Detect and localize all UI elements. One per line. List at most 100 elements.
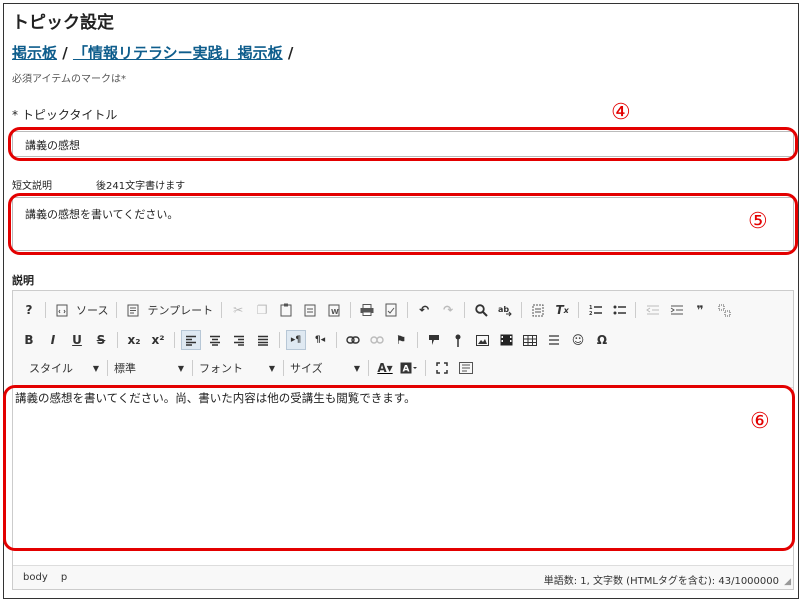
print-icon[interactable] [357, 300, 377, 320]
strike-button[interactable]: S [91, 330, 111, 350]
outdent-icon[interactable] [642, 300, 662, 320]
redo-icon[interactable]: ↷ [438, 300, 458, 320]
toolbar-separator [174, 332, 175, 348]
blockquote-icon[interactable]: ❞ [690, 300, 710, 320]
font-dropdown-label: フォント [199, 362, 243, 375]
page-title: トピック設定 [12, 13, 114, 33]
breadcrumb-separator: / [287, 44, 294, 62]
show-blocks-icon[interactable] [456, 358, 476, 378]
svg-text:2: 2 [589, 311, 593, 316]
breadcrumb-course-board-link[interactable]: 「情報リテラシー実践」掲示板 [73, 44, 283, 62]
annotation-marker-6: ⑥ [750, 409, 770, 434]
required-note: 必須アイテムのマークは* [12, 74, 126, 85]
align-right-icon[interactable] [229, 330, 249, 350]
annotation-marker-5: ⑤ [748, 209, 768, 234]
template-button[interactable]: テンプレート [147, 300, 213, 320]
find-icon[interactable] [471, 300, 491, 320]
replace-icon[interactable]: ab [495, 300, 515, 320]
help-button[interactable]: ? [19, 300, 39, 320]
editor-toolbar-row-3: スタイル ▼ 標準 ▼ フォント ▼ サイズ ▼ A▾ A [19, 357, 480, 379]
bg-color-icon[interactable]: A [399, 358, 419, 378]
anchor-flag-icon[interactable]: ⚑ [391, 330, 411, 350]
align-left-icon[interactable] [181, 330, 201, 350]
numbered-list-icon[interactable]: 12 [585, 300, 605, 320]
superscript-button[interactable]: x² [148, 330, 168, 350]
horizontal-rule-icon[interactable] [544, 330, 564, 350]
copy-icon[interactable]: ❐ [252, 300, 272, 320]
toolbar-separator [221, 302, 223, 318]
indent-icon[interactable] [666, 300, 686, 320]
source-button[interactable]: ソース [76, 300, 108, 320]
cut-icon[interactable]: ✂ [228, 300, 248, 320]
toolbar-separator [635, 302, 637, 318]
svg-text:A: A [403, 365, 410, 375]
subscript-button[interactable]: x₂ [124, 330, 144, 350]
bulleted-list-icon[interactable] [609, 300, 629, 320]
short-desc-remaining: 後241文字書けます [96, 181, 186, 192]
editor-status-bar: body p 単語数: 1, 文字数 (HTMLタグを含む): 43/10000… [13, 565, 793, 589]
style-dropdown-label: スタイル [29, 362, 73, 375]
toolbar-separator [417, 332, 418, 348]
ltr-icon[interactable]: ▸¶ [286, 330, 306, 350]
toolbar-separator [45, 302, 46, 318]
align-justify-icon[interactable] [253, 330, 273, 350]
insert-banner-icon[interactable] [424, 330, 444, 350]
video-icon[interactable] [496, 330, 516, 350]
resize-handle-icon[interactable]: ◢ [784, 577, 791, 587]
toolbar-separator [283, 360, 284, 376]
paste-icon[interactable] [276, 300, 296, 320]
editor-toolbar-row-1: ? ソース テンプレート ✂ ❐ W ↶ ↷ ab T x 1 2 ❞ [19, 299, 738, 321]
undo-icon[interactable]: ↶ [414, 300, 434, 320]
word-count: 単語数: 1, 文字数 (HTMLタグを含む): 43/1000000 [543, 576, 779, 587]
create-div-icon[interactable] [714, 300, 734, 320]
toolbar-separator [407, 302, 409, 318]
toolbar-separator [350, 302, 352, 318]
toolbar-separator [116, 302, 118, 318]
size-dropdown-label: サイズ [290, 362, 323, 375]
breadcrumb-board-link[interactable]: 掲示板 [12, 44, 57, 62]
spellcheck-icon[interactable] [381, 300, 401, 320]
paste-text-icon[interactable] [300, 300, 320, 320]
format-dropdown[interactable]: 標準 ▼ [114, 358, 184, 378]
toolbar-separator [117, 332, 118, 348]
text-color-icon[interactable]: A▾ [375, 358, 395, 378]
chevron-down-icon: ▼ [353, 363, 360, 373]
unlink-icon[interactable] [367, 330, 387, 350]
annotation-box-6 [3, 385, 795, 551]
underline-button[interactable]: U [67, 330, 87, 350]
font-dropdown[interactable]: フォント ▼ [199, 358, 275, 378]
toolbar-separator [521, 302, 523, 318]
topic-title-label: * トピックタイトル [12, 108, 118, 122]
toolbar-separator [192, 360, 193, 376]
remove-format-icon[interactable]: Tx [552, 300, 572, 320]
style-dropdown[interactable]: スタイル ▼ [19, 358, 99, 378]
annotation-box-5 [8, 193, 798, 255]
toolbar-separator [578, 302, 580, 318]
element-path-p[interactable]: p [61, 572, 67, 583]
insert-pin-icon[interactable] [448, 330, 468, 350]
bold-button[interactable]: B [19, 330, 39, 350]
image-icon[interactable] [472, 330, 492, 350]
link-icon[interactable] [343, 330, 363, 350]
short-desc-label: 短文説明 [12, 181, 52, 192]
format-dropdown-label: 標準 [114, 362, 136, 375]
breadcrumb: 掲示板 / 「情報リテラシー実践」掲示板 / [12, 42, 293, 63]
chevron-down-icon: ▼ [177, 363, 184, 373]
toolbar-separator [425, 360, 426, 376]
rtl-icon[interactable]: ¶◂ [310, 330, 330, 350]
maximize-icon[interactable] [432, 358, 452, 378]
annotation-box-4 [8, 127, 798, 161]
select-all-icon[interactable] [528, 300, 548, 320]
smiley-icon[interactable]: ☺ [568, 330, 588, 350]
table-icon[interactable] [520, 330, 540, 350]
size-dropdown[interactable]: サイズ ▼ [290, 358, 360, 378]
toolbar-separator [368, 360, 369, 376]
paste-word-icon[interactable]: W [324, 300, 344, 320]
align-center-icon[interactable] [205, 330, 225, 350]
special-char-icon[interactable]: Ω [592, 330, 612, 350]
annotation-marker-4: ④ [611, 100, 631, 125]
italic-button[interactable]: I [43, 330, 63, 350]
chevron-down-icon: ▼ [92, 363, 99, 373]
element-path-body[interactable]: body [23, 572, 48, 583]
toolbar-separator [464, 302, 466, 318]
